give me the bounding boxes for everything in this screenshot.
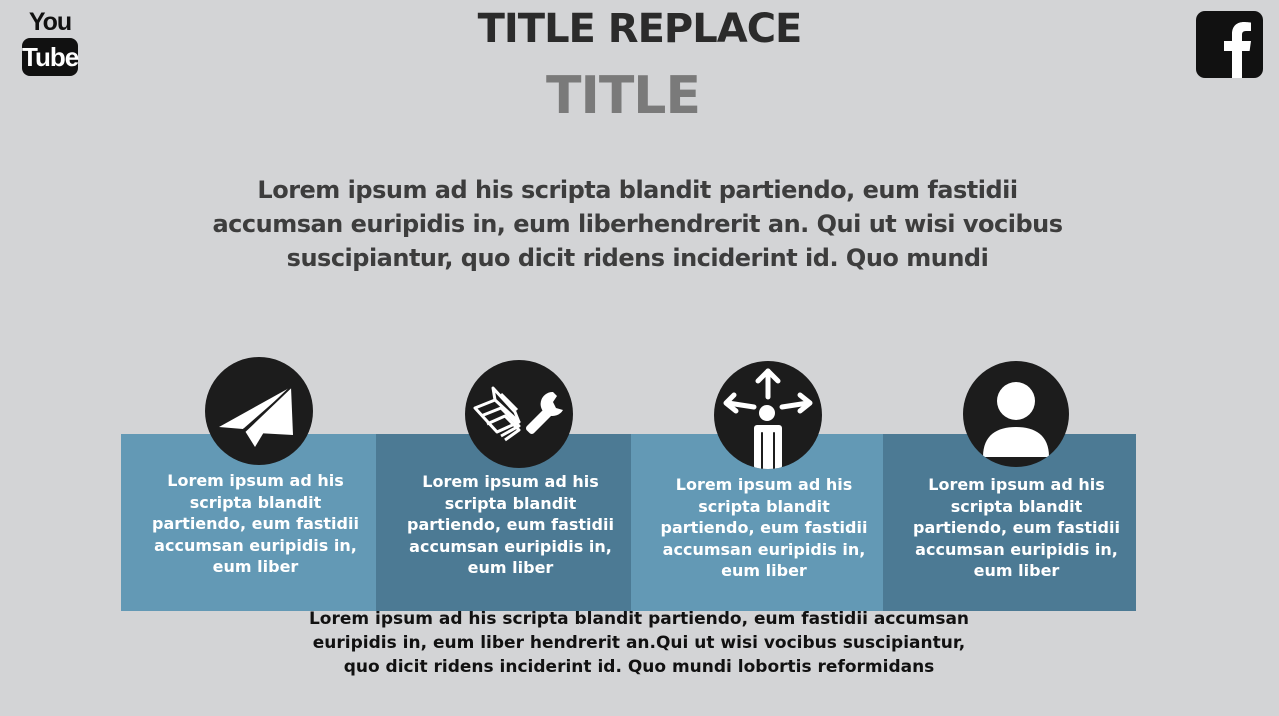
feature-text-2: Lorem ipsum ad his scripta blandit parti… bbox=[407, 472, 614, 577]
footer-paragraph: Lorem ipsum ad his scripta blandit parti… bbox=[308, 609, 970, 677]
user-icon bbox=[963, 361, 1069, 467]
feature-text-4: Lorem ipsum ad his scripta blandit parti… bbox=[913, 475, 1120, 580]
page-subtitle: TITLE bbox=[546, 66, 701, 126]
paper-plane-icon bbox=[205, 357, 313, 465]
feature-text-3: Lorem ipsum ad his scripta blandit parti… bbox=[660, 475, 868, 580]
book-wrench-icon bbox=[465, 360, 573, 468]
intro-paragraph: Lorem ipsum ad his scripta blandit parti… bbox=[212, 176, 1063, 272]
person-directions-icon bbox=[714, 361, 822, 469]
page-title: TITLE REPLACE bbox=[477, 6, 803, 52]
feature-text-1: Lorem ipsum ad his scripta blandit parti… bbox=[152, 471, 359, 576]
